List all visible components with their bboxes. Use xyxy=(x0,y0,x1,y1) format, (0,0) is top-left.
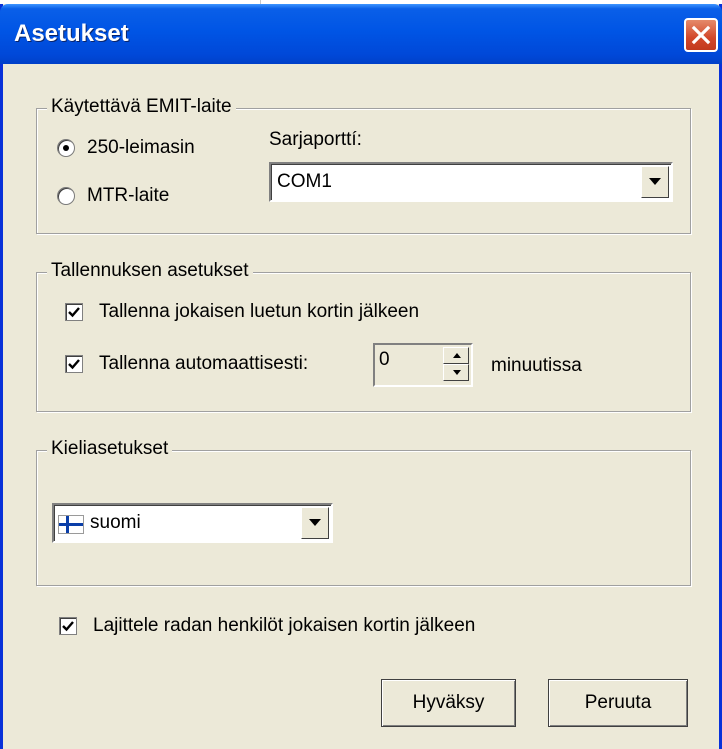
serial-port-label: Sarjaporttí: xyxy=(269,129,362,150)
radio-mtr-label[interactable]: MTR-laite xyxy=(87,185,169,207)
radio-250-leimasin[interactable] xyxy=(57,139,75,157)
minutes-unit-label: minuutissa xyxy=(491,355,582,376)
title-bar[interactable]: Asetukset xyxy=(0,4,722,64)
language-settings-group: Kieliasetukset suomi xyxy=(36,438,691,586)
settings-dialog: Asetukset Käytettävä EMIT-laite 250-leim… xyxy=(0,4,722,749)
radio-mtr-laite[interactable] xyxy=(57,187,75,205)
auto-save-minutes-value[interactable]: 0 xyxy=(379,349,390,371)
serial-port-value: COM1 xyxy=(277,171,332,192)
spin-down-button[interactable] xyxy=(443,364,469,381)
language-legend: Kieliasetukset xyxy=(47,438,173,460)
serial-port-select[interactable]: COM1 xyxy=(269,162,673,202)
emit-device-group: Käytettävä EMIT-laite 250-leimasin MTR-l… xyxy=(36,96,691,234)
close-button[interactable] xyxy=(684,18,718,52)
close-icon xyxy=(691,25,711,45)
sort-after-card-label[interactable]: Lajittele radan henkilöt jokaisen kortin… xyxy=(93,615,475,637)
save-after-card-checkbox[interactable] xyxy=(65,303,83,321)
auto-save-checkbox[interactable] xyxy=(65,355,83,373)
radio-250-label[interactable]: 250-leimasin xyxy=(87,137,195,159)
checkmark-icon xyxy=(68,359,80,370)
language-select[interactable]: suomi xyxy=(52,503,333,543)
auto-save-label[interactable]: Tallenna automaattisesti: xyxy=(99,353,308,375)
chevron-down-icon xyxy=(649,178,661,185)
spin-up-button[interactable] xyxy=(443,347,469,364)
language-dropdown-button[interactable] xyxy=(301,507,329,539)
save-after-card-label[interactable]: Tallenna jokaisen luetun kortin jälkeen xyxy=(99,301,419,323)
dialog-body: Käytettävä EMIT-laite 250-leimasin MTR-l… xyxy=(3,64,719,749)
save-settings-legend: Tallennuksen asetukset xyxy=(47,260,253,282)
ok-button[interactable]: Hyväksy xyxy=(381,679,516,727)
language-value: suomi xyxy=(90,512,141,533)
serial-port-dropdown-button[interactable] xyxy=(641,166,669,198)
emit-device-legend: Käytettävä EMIT-laite xyxy=(47,96,236,118)
chevron-down-icon xyxy=(309,519,321,526)
window-title: Asetukset xyxy=(14,20,129,47)
arrow-up-icon xyxy=(453,353,461,358)
checkmark-icon xyxy=(62,621,74,632)
checkmark-icon xyxy=(68,307,80,318)
finland-flag-icon xyxy=(58,515,84,534)
cancel-button[interactable]: Peruuta xyxy=(548,679,688,727)
radio-selected-dot xyxy=(63,145,69,151)
auto-save-minutes-spinner[interactable]: 0 xyxy=(373,343,473,387)
sort-after-card-checkbox[interactable] xyxy=(59,617,77,635)
arrow-down-icon xyxy=(453,370,461,375)
save-settings-group: Tallennuksen asetukset Tallenna jokaisen… xyxy=(36,260,691,412)
